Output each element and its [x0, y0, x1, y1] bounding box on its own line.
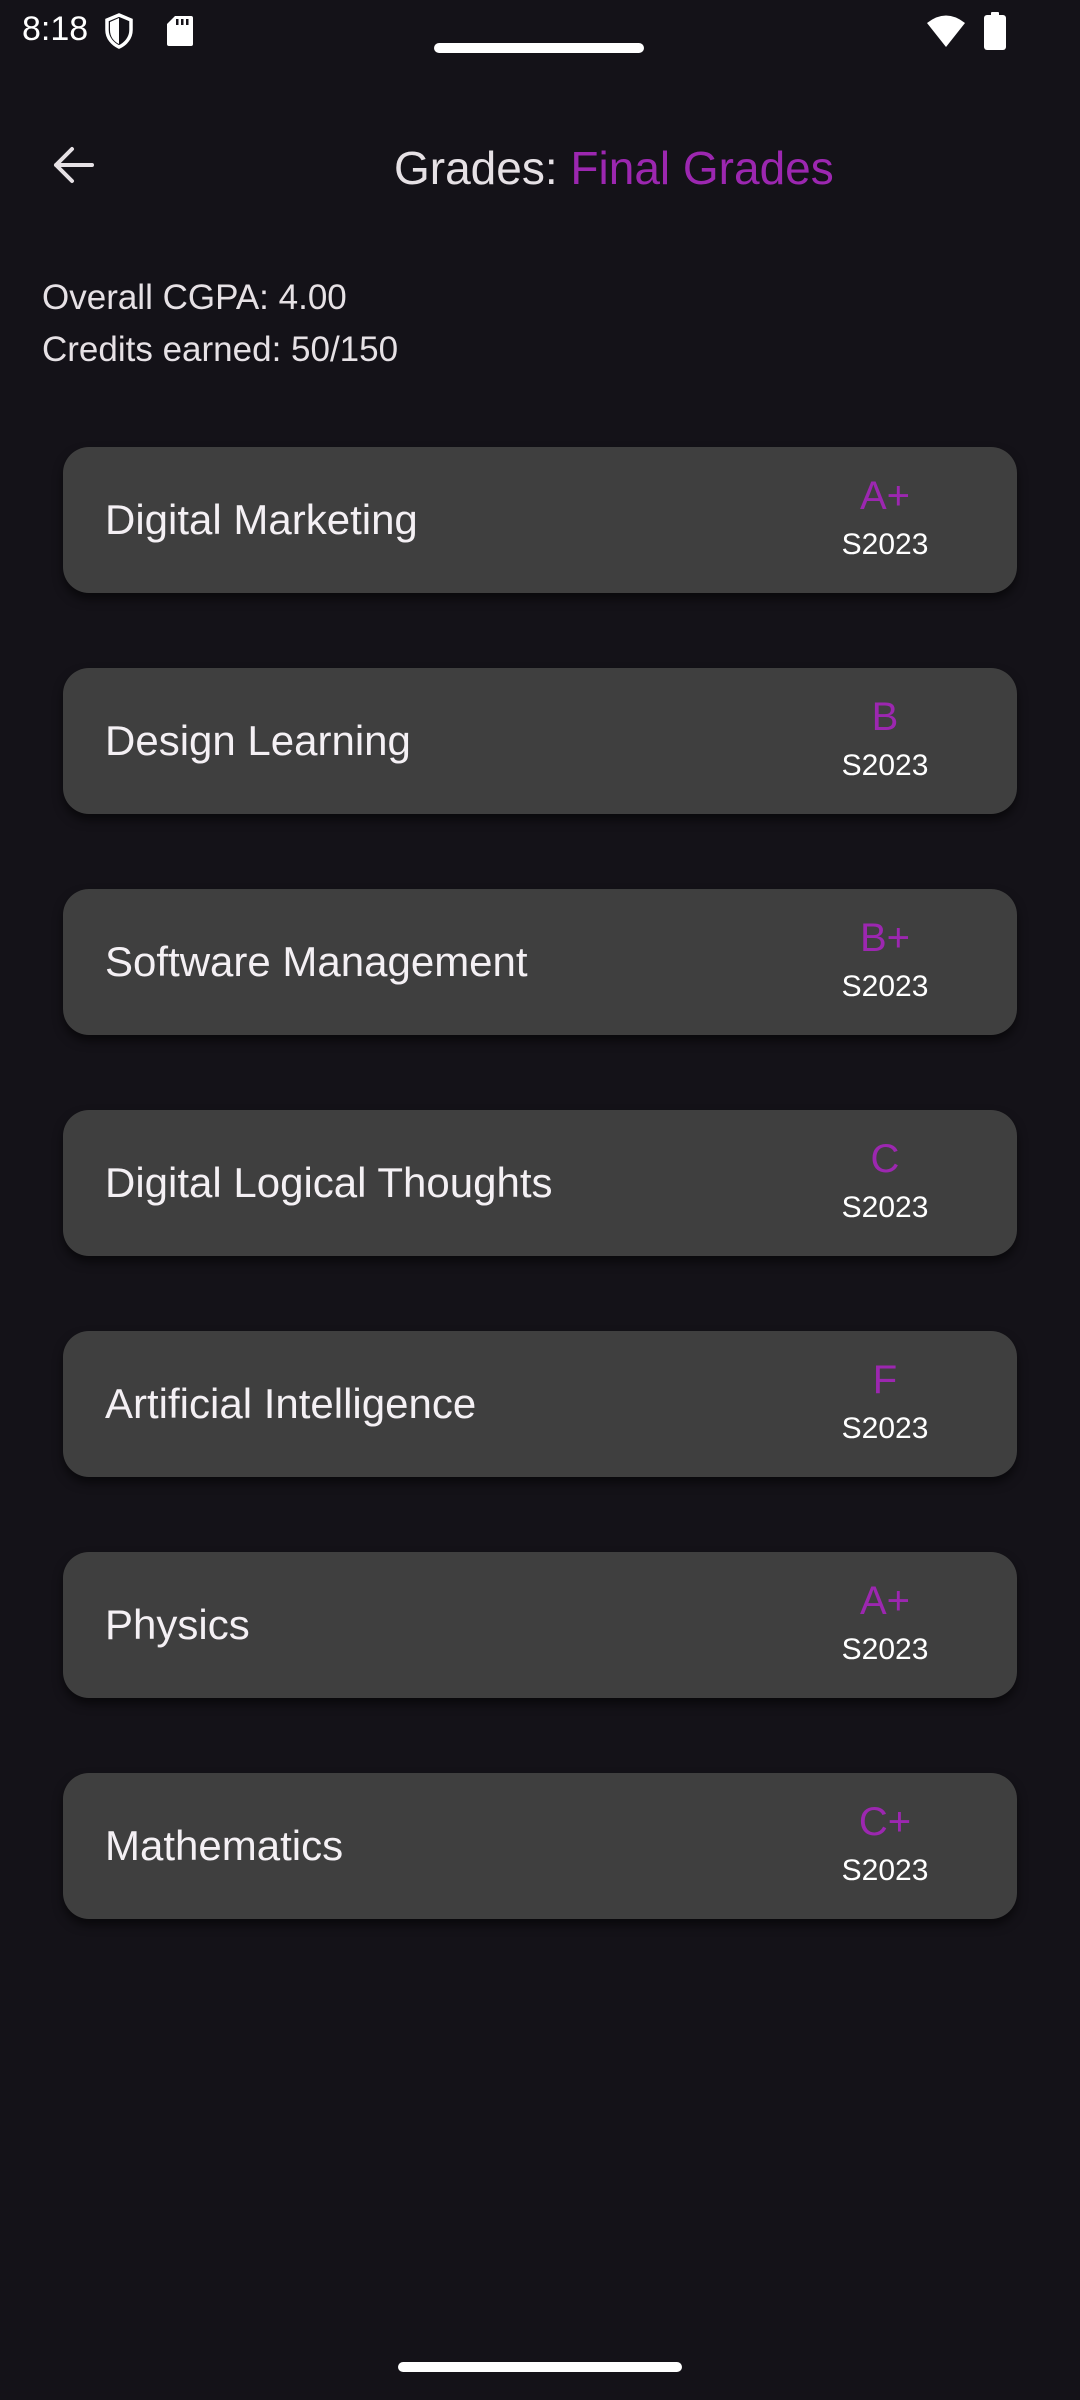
- grades-screen: 8:18 Grades: Final Grades Overall CGPA: …: [0, 0, 1080, 2400]
- grade-block: C S2023: [815, 1136, 955, 1228]
- course-grade: F: [872, 1358, 898, 1402]
- battery-icon: [984, 12, 1006, 50]
- course-list: Digital Marketing A+ S2023 Design Learni…: [63, 447, 1017, 1994]
- home-indicator[interactable]: [398, 2362, 682, 2372]
- grade-block: B S2023: [815, 694, 955, 786]
- top-notch-pill: [434, 43, 644, 53]
- credits-text: Credits earned: 50/150: [42, 330, 399, 369]
- course-name: Mathematics: [105, 1822, 344, 1869]
- course-term: S2023: [841, 749, 929, 782]
- course-grade: B+: [859, 916, 911, 960]
- course-term: S2023: [841, 1854, 929, 1887]
- course-card[interactable]: Mathematics C+ S2023: [63, 1773, 1017, 1919]
- back-button[interactable]: [40, 132, 106, 198]
- status-bar: 8:18: [0, 0, 1080, 62]
- course-name: Digital Logical Thoughts: [105, 1159, 553, 1206]
- course-card[interactable]: Design Learning B S2023: [63, 668, 1017, 814]
- grade-block: A+ S2023: [815, 473, 955, 565]
- grade-block: B+ S2023: [815, 915, 955, 1007]
- course-name: Software Management: [105, 938, 528, 985]
- course-card[interactable]: Artificial Intelligence F S2023: [63, 1331, 1017, 1477]
- course-name: Design Learning: [105, 717, 411, 764]
- course-term: S2023: [841, 1191, 929, 1224]
- grade-block: A+ S2023: [815, 1578, 955, 1670]
- course-card[interactable]: Digital Logical Thoughts C S2023: [63, 1110, 1017, 1256]
- grade-block: F S2023: [815, 1357, 955, 1449]
- course-card[interactable]: Physics A+ S2023: [63, 1552, 1017, 1698]
- course-card[interactable]: Digital Marketing A+ S2023: [63, 447, 1017, 593]
- course-term: S2023: [841, 528, 929, 561]
- course-grade: A+: [859, 474, 911, 518]
- course-grade: C: [870, 1137, 900, 1181]
- page-title: Grades: Final Grades: [394, 140, 834, 196]
- course-name: Physics: [105, 1601, 250, 1648]
- shield-icon: [105, 13, 133, 49]
- grade-summary: Overall CGPA: 4.00 Credits earned: 50/15…: [42, 272, 398, 376]
- course-card[interactable]: Software Management B+ S2023: [63, 889, 1017, 1035]
- course-grade: A+: [859, 1579, 911, 1623]
- arrow-left-icon: [54, 147, 94, 183]
- course-name: Digital Marketing: [105, 496, 418, 543]
- course-term: S2023: [841, 970, 929, 1003]
- title-prefix: Grades:: [394, 142, 571, 194]
- sd-card-icon: [167, 16, 193, 46]
- course-term: S2023: [841, 1633, 929, 1666]
- status-time: 8:18: [22, 10, 89, 48]
- wifi-icon: [927, 15, 965, 47]
- course-grade: C+: [858, 1800, 912, 1844]
- course-grade: B: [871, 695, 899, 739]
- title-accent: Final Grades: [570, 142, 834, 194]
- cgpa-text: Overall CGPA: 4.00: [42, 278, 347, 317]
- grade-block: C+ S2023: [815, 1799, 955, 1891]
- course-term: S2023: [841, 1412, 929, 1445]
- course-name: Artificial Intelligence: [105, 1380, 477, 1427]
